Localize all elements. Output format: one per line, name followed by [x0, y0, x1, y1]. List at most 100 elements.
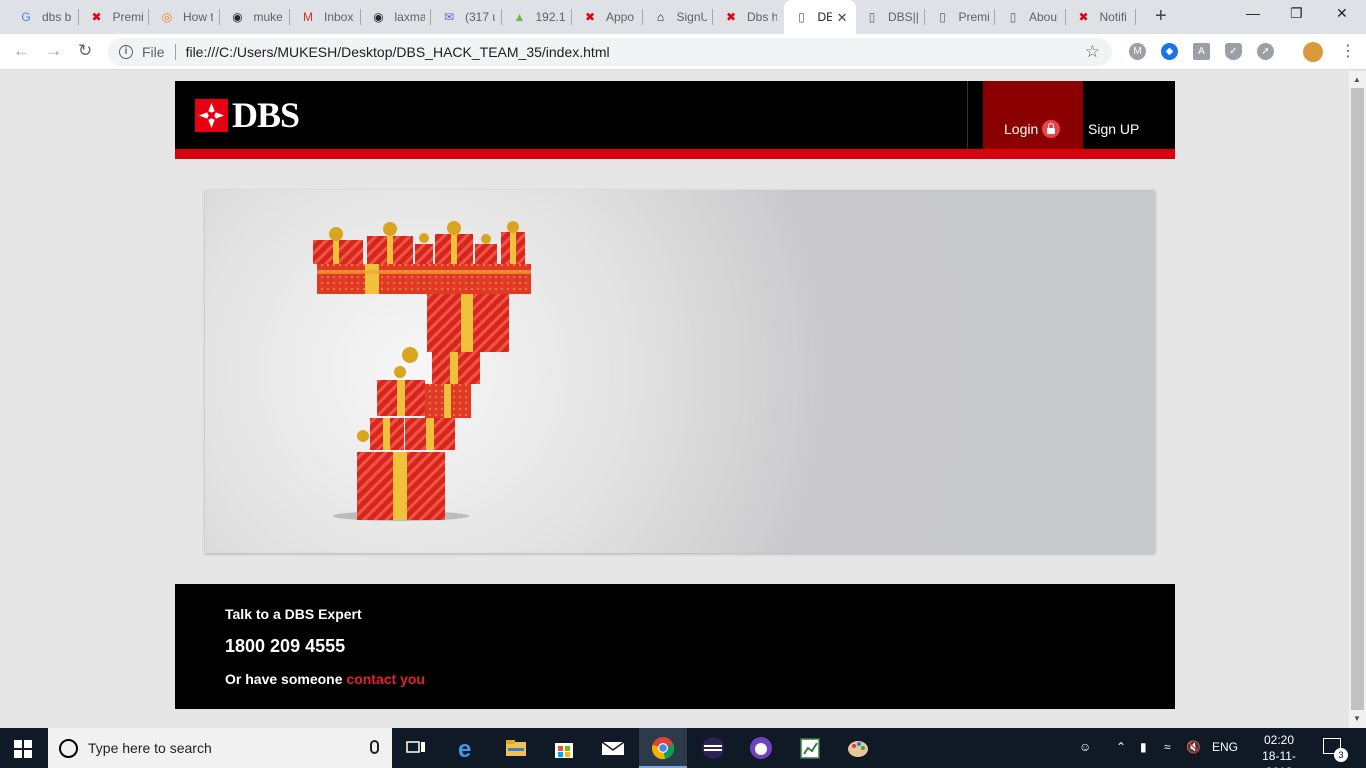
dbs-icon: ✖ [1078, 10, 1089, 24]
browser-tab[interactable]: ▲ 192.1 [502, 0, 573, 34]
browser-tab[interactable]: ✖ Premi [79, 0, 150, 34]
login-label: Login [1004, 121, 1039, 137]
forward-button[interactable]: → [45, 41, 62, 61]
store-icon[interactable] [552, 736, 576, 760]
footer-contact-line: Or have someone contact you [225, 671, 425, 687]
reload-button[interactable]: ↻ [78, 41, 92, 61]
address-bar[interactable]: i File file:///C:/Users/MUKESH/Desktop/D… [108, 38, 1112, 66]
footer-title: Talk to a DBS Expert [225, 606, 362, 622]
back-button[interactable]: ← [13, 41, 30, 61]
tab-label: Inbox [324, 10, 354, 24]
tab-label: DBS|| [888, 10, 918, 24]
eclipse-icon[interactable] [701, 736, 725, 760]
sheet-app-icon[interactable] [798, 736, 822, 760]
browser-tab[interactable]: ⌂ SignU [643, 0, 714, 34]
login-button[interactable]: Login [983, 81, 1083, 149]
svg-text:e: e [458, 736, 471, 760]
browser-tab[interactable]: ▯ DE ✕ [783, 0, 856, 34]
stackoverflow-icon: ◎ [161, 10, 173, 24]
browser-tab[interactable]: ▯ Abou [995, 0, 1066, 34]
tab-label: muke [253, 10, 283, 24]
scroll-down-icon[interactable]: ▼ [1353, 714, 1361, 723]
file-explorer-icon[interactable] [504, 736, 528, 760]
omnibox-divider [174, 44, 176, 60]
language-indicator[interactable]: ENG [1212, 740, 1238, 754]
tray-chevron-up-icon[interactable]: ⌃ [1116, 740, 1126, 754]
taskbar-clock[interactable]: 02:20 18-11-2018 [1249, 732, 1309, 768]
tab-label: Notifi [1099, 10, 1127, 24]
footer-phone: 1800 209 4555 [225, 636, 346, 656]
nav-divider [967, 81, 968, 149]
tab-label: Dbs h [747, 10, 777, 24]
clock-date: 18-11-2018 [1262, 749, 1296, 768]
paint-icon[interactable] [846, 736, 870, 760]
task-view-icon[interactable] [404, 736, 428, 760]
dbs-logo[interactable]: DBS [195, 97, 300, 133]
people-icon[interactable]: ☺ [1079, 740, 1091, 754]
new-tab-button[interactable]: + [1155, 5, 1167, 28]
extension-drop-icon[interactable]: ◆ [1161, 43, 1178, 60]
lock-icon [1042, 120, 1061, 138]
browser-tab[interactable]: ✖ Appo [572, 0, 643, 34]
tab-label: dbs b [42, 10, 72, 24]
menu-kebab-icon[interactable]: ⋮ [1340, 41, 1356, 61]
dbs-icon: ✖ [725, 10, 737, 24]
github-desktop-icon[interactable] [749, 736, 773, 760]
tab-label: 192.1 [535, 10, 566, 24]
contact-footer: Talk to a DBS Expert 1800 209 4555 Or ha… [175, 584, 1175, 709]
browser-tab[interactable]: Gdbs b [8, 0, 79, 34]
contact-you-link[interactable]: contact you [346, 671, 425, 687]
google-icon: G [21, 10, 31, 24]
close-tab-icon[interactable]: ✕ [837, 10, 848, 26]
notification-count-badge: 3 [1334, 748, 1348, 762]
extension-shield-icon[interactable]: ✓ [1225, 43, 1242, 60]
profile-avatar[interactable] [1303, 42, 1323, 62]
close-window-button[interactable]: ✕ [1336, 5, 1348, 22]
browser-tab[interactable]: M Inbox [290, 0, 361, 34]
restore-button[interactable]: ❐ [1290, 5, 1303, 22]
page-icon: ▯ [868, 10, 876, 24]
tab-label: DE [817, 10, 832, 24]
browser-tab[interactable]: ✖ Notifi [1066, 0, 1137, 34]
page-scrollbar[interactable]: ▲ ▼ [1349, 71, 1366, 728]
taskbar-search-placeholder: Type here to search [88, 740, 212, 756]
browser-tab[interactable]: ▯ DBS|| [854, 0, 925, 34]
battery-icon[interactable]: ▮ [1140, 740, 1147, 754]
browser-tab[interactable]: ◎ How t [149, 0, 220, 34]
browser-tab[interactable]: ◉ muke [220, 0, 291, 34]
extension-m-icon[interactable]: M [1129, 43, 1146, 60]
extension-pdf-icon[interactable]: A [1193, 43, 1210, 60]
tab-label: Premi [112, 10, 143, 24]
github-icon: ◉ [232, 10, 243, 24]
extension-compass-icon[interactable]: ➚ [1257, 43, 1274, 60]
chrome-icon[interactable] [651, 736, 675, 760]
mail-app-icon[interactable] [601, 736, 625, 760]
home-icon: ⌂ [656, 10, 665, 24]
scroll-up-icon[interactable]: ▲ [1353, 75, 1361, 84]
taskbar-search-box[interactable]: Type here to search [48, 728, 392, 768]
scroll-thumb[interactable] [1351, 88, 1364, 710]
cortana-icon [59, 738, 78, 758]
bookmark-star-icon[interactable]: ☆ [1085, 42, 1100, 62]
edge-icon[interactable]: e [456, 736, 480, 763]
dbs-star-icon [195, 99, 228, 132]
wifi-icon[interactable]: ≈ [1164, 740, 1171, 754]
url-text: file:///C:/Users/MUKESH/Desktop/DBS_HACK… [185, 44, 610, 60]
info-icon[interactable]: i [119, 45, 133, 59]
browser-tab[interactable]: ✖ Dbs h [713, 0, 784, 34]
tab-label: (317 u [465, 10, 495, 24]
tab-label: How t [183, 10, 213, 24]
browser-tab[interactable]: ▯ Premi [925, 0, 996, 34]
tab-label: laxma [394, 10, 425, 24]
signup-link[interactable]: Sign UP [1088, 121, 1139, 137]
browser-tab[interactable]: ✉ (317 u [431, 0, 502, 34]
windows-start-icon[interactable] [14, 740, 32, 763]
volume-muted-icon[interactable]: 🔇 [1186, 740, 1201, 754]
tab-label: Premi [958, 10, 989, 24]
page-icon: ▯ [798, 10, 805, 24]
minimize-button[interactable]: — [1246, 5, 1260, 21]
microphone-icon[interactable] [370, 740, 379, 754]
browser-tab[interactable]: ◉ laxma [361, 0, 432, 34]
site-header: DBS Login Sign UP [175, 81, 1175, 159]
github-icon: ◉ [373, 10, 384, 24]
